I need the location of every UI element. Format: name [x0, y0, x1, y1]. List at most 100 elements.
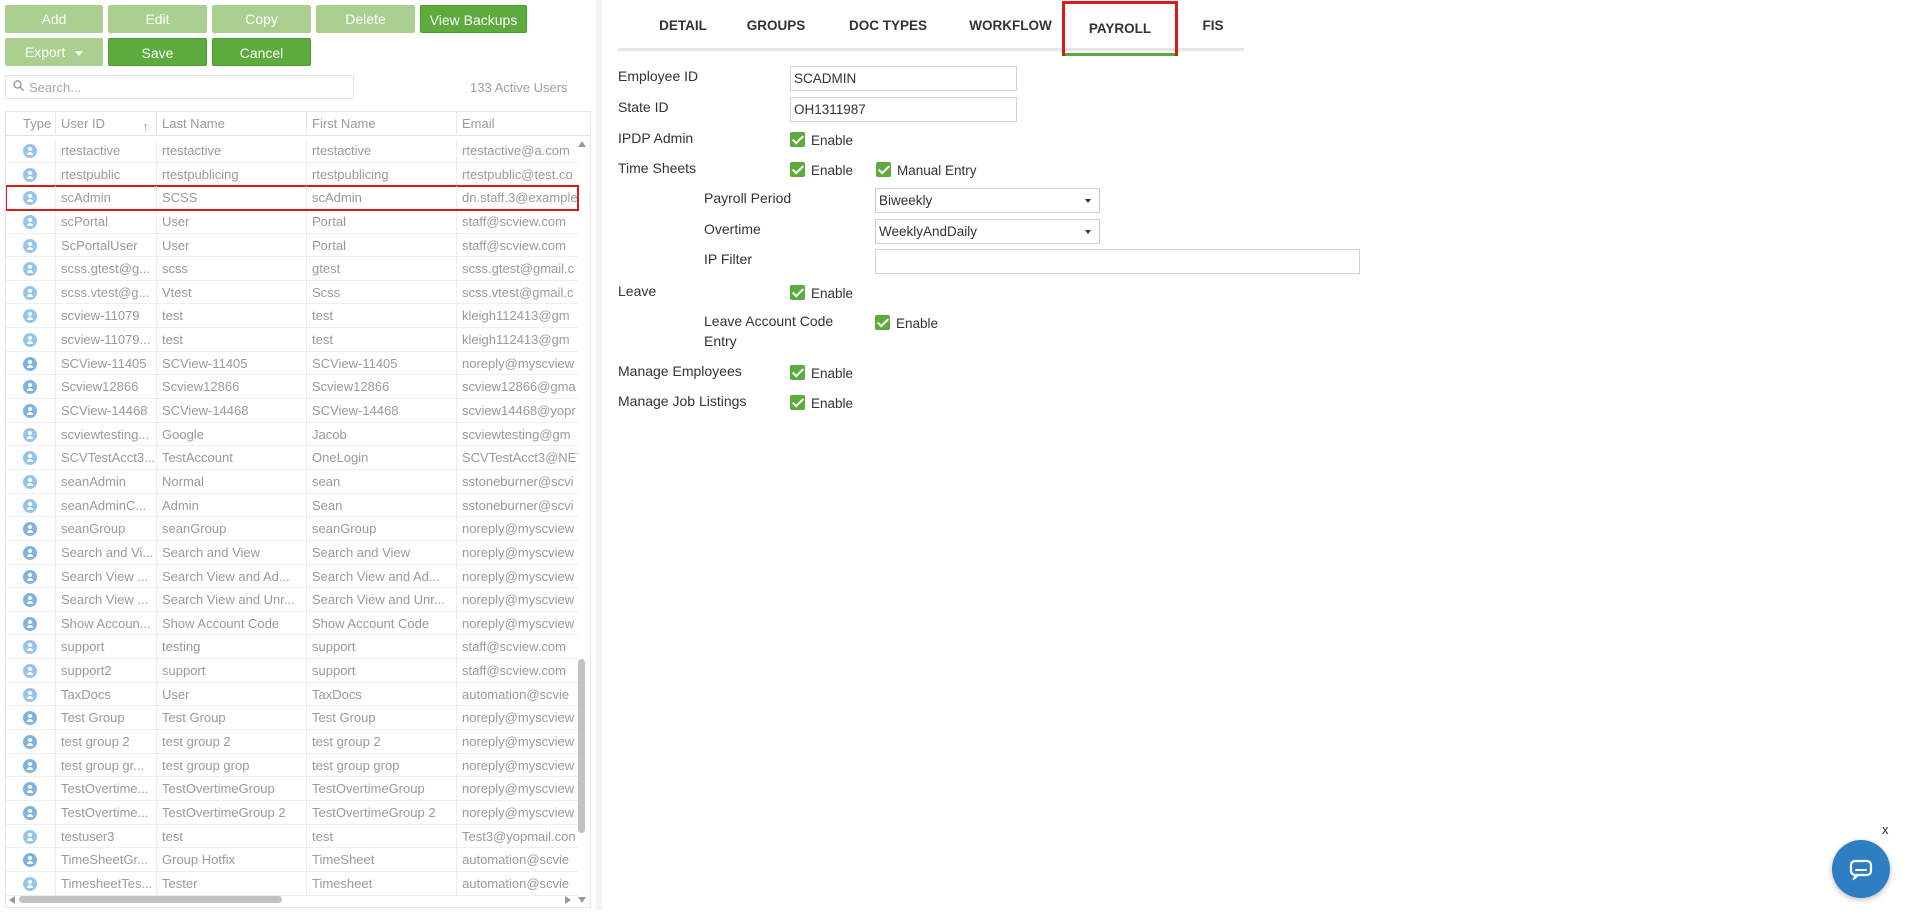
- table-row[interactable]: TaxDocs User TaxDocs automation@scvie: [6, 682, 578, 707]
- search-input[interactable]: [29, 78, 349, 96]
- table-row[interactable]: scAdmin SCSS scAdmin dn.staff.3@example: [6, 185, 579, 211]
- vertical-scroll-thumb[interactable]: [578, 659, 585, 833]
- table-row[interactable]: testuser3 test test Test3@yopmail.con: [6, 824, 578, 849]
- copy-button[interactable]: Copy: [212, 5, 311, 33]
- employee-id-field[interactable]: [790, 66, 1017, 91]
- first-name-cell: scAdmin: [306, 186, 456, 210]
- table-row[interactable]: scview-11079 test test kleigh112413@gm: [6, 304, 578, 329]
- table-row[interactable]: Search View ... Search View and Unr... Sea…: [6, 588, 578, 612]
- table-row[interactable]: test group gr... test group grop test grou…: [6, 753, 578, 778]
- column-header-type[interactable]: Type: [6, 112, 55, 136]
- manual-entry-checkbox[interactable]: [876, 162, 891, 177]
- tab-doc-types[interactable]: DOC TYPES: [833, 0, 943, 51]
- manage-job-listings-checkbox[interactable]: [790, 395, 805, 410]
- state-id-field[interactable]: [790, 97, 1017, 122]
- chat-close-button[interactable]: x: [1882, 822, 1889, 837]
- overtime-select[interactable]: WeeklyAndDaily: [875, 219, 1100, 244]
- table-row[interactable]: support2 support support staff@scview.com: [6, 659, 578, 683]
- horizontal-scrollbar[interactable]: [5, 893, 575, 907]
- scroll-left-icon[interactable]: [9, 896, 15, 904]
- first-name-cell: Timesheet: [306, 871, 456, 895]
- add-button[interactable]: Add: [5, 5, 103, 33]
- last-name-cell: TestOvertimeGroup 2: [156, 800, 306, 824]
- table-row[interactable]: ScPortalUser User Portal staff@scview.com: [6, 233, 578, 258]
- manage-job-listings-enable-label: Enable: [811, 396, 854, 411]
- table-row[interactable]: scss.gtest@g... scss gtest scss.gtest@gmail…: [6, 257, 578, 281]
- search-icon: [13, 80, 24, 91]
- last-name-cell: SCView-14468: [156, 399, 306, 423]
- scroll-up-icon[interactable]: [578, 141, 586, 147]
- table-row[interactable]: SCView-14468 SCView-14468 SCView-14468 scvi…: [6, 399, 578, 423]
- leave-checkbox[interactable]: [790, 285, 805, 300]
- horizontal-scroll-thumb[interactable]: [19, 896, 282, 903]
- email-cell: staff@scview.com: [456, 233, 578, 257]
- vertical-scrollbar[interactable]: [576, 137, 588, 907]
- user-id-cell: test group gr...: [55, 753, 156, 777]
- table-row[interactable]: scPortal User Portal staff@scview.com: [6, 209, 578, 234]
- ipdp-admin-enable-label: Enable: [811, 133, 854, 148]
- ip-filter-label: IP Filter: [704, 251, 752, 267]
- email-cell: sstoneburner@scvi: [456, 493, 578, 517]
- first-name-cell: TestOvertimeGroup 2: [306, 800, 456, 824]
- table-row[interactable]: TestOvertime... TestOvertimeGroup TestOver…: [6, 777, 578, 801]
- table-row[interactable]: Show Accoun... Show Account Code Show Acco…: [6, 611, 578, 636]
- table-row[interactable]: Test Group Test Group Test Group noreply@my…: [6, 706, 578, 731]
- type-cell: [6, 683, 55, 706]
- column-header-first-name[interactable]: First Name: [306, 112, 456, 136]
- type-cell: [6, 848, 55, 871]
- table-row[interactable]: seanGroup seanGroup seanGroup noreply@myscv…: [6, 517, 578, 541]
- cancel-button[interactable]: Cancel: [212, 38, 311, 66]
- scroll-right-icon[interactable]: [565, 896, 571, 904]
- table-row[interactable]: TimeSheetGr... Group Hotfix TimeSheet autom…: [6, 848, 578, 872]
- first-name-cell: Search and View: [306, 540, 456, 564]
- table-row[interactable]: Search View ... Search View and Ad... Sear…: [6, 564, 578, 589]
- table-row[interactable]: rtestpublic rtestpublicing rtestpublicing r…: [6, 162, 578, 187]
- ip-filter-field[interactable]: [875, 249, 1360, 274]
- table-row[interactable]: TestOvertime... TestOvertimeGroup 2 TestOv…: [6, 800, 578, 825]
- save-button[interactable]: Save: [108, 38, 207, 66]
- edit-button[interactable]: Edit: [108, 5, 207, 33]
- first-name-cell: Portal: [306, 209, 456, 233]
- table-row[interactable]: Search and Vi... Search and View Search an…: [6, 540, 578, 565]
- table-row[interactable]: SCVTestAcct3... TestAccount OneLogin SCVTes…: [6, 446, 578, 470]
- group-icon: [23, 805, 37, 820]
- email-cell: scss.gtest@gmail.c: [456, 257, 578, 281]
- table-row[interactable]: seanAdminC... Admin Sean sstoneburner@scvi: [6, 493, 578, 518]
- table-row[interactable]: test group 2 test group 2 test group 2 nore…: [6, 730, 578, 754]
- scroll-down-icon[interactable]: [578, 897, 586, 903]
- table-row[interactable]: support testing support staff@scview.com: [6, 635, 578, 660]
- table-row[interactable]: scviewtesting... Google Jacob scviewtesting…: [6, 422, 578, 447]
- table-row[interactable]: Scview12866 Scview12866 Scview12866 scview1…: [6, 375, 578, 400]
- table-row[interactable]: SCView-11405 SCView-11405 SCView-11405 nore…: [6, 351, 578, 376]
- ipdp-admin-checkbox[interactable]: [790, 132, 805, 147]
- column-header-last-name[interactable]: Last Name: [156, 112, 306, 136]
- tab-groups[interactable]: GROUPS: [731, 0, 821, 51]
- user-id-cell: scviewtesting...: [55, 422, 156, 446]
- payroll-period-select[interactable]: Biweekly: [875, 188, 1100, 213]
- type-cell: [6, 281, 55, 304]
- column-header-email[interactable]: Email: [456, 112, 590, 136]
- table-row[interactable]: TimesheetTes... Tester Timesheet automation…: [6, 871, 578, 896]
- delete-button[interactable]: Delete: [316, 5, 415, 33]
- tab-fis[interactable]: FIS: [1192, 0, 1234, 51]
- table-row[interactable]: rtestactive rtestactive rtestactive rtestac…: [6, 139, 578, 163]
- search-box[interactable]: [5, 75, 354, 99]
- view-backups-button[interactable]: View Backups: [420, 5, 527, 33]
- leave-account-code-checkbox[interactable]: [875, 315, 890, 330]
- time-sheets-checkbox[interactable]: [790, 162, 805, 177]
- table-row[interactable]: scview-11079... test test kleigh112413@gm: [6, 328, 578, 352]
- tab-payroll[interactable]: PAYROLL: [1062, 1, 1178, 56]
- type-cell: [6, 446, 55, 469]
- chat-launcher-button[interactable]: [1832, 840, 1890, 898]
- export-dropdown-button[interactable]: Export: [5, 38, 103, 66]
- table-row[interactable]: scss.vtest@g... Vtest Scss scss.vtest@gmail…: [6, 280, 578, 305]
- email-cell: scss.vtest@gmail.c: [456, 280, 578, 304]
- first-name-cell: support: [306, 659, 456, 683]
- manage-employees-checkbox[interactable]: [790, 365, 805, 380]
- tab-workflow[interactable]: WORKFLOW: [953, 0, 1068, 51]
- tab-detail[interactable]: DETAIL: [640, 0, 726, 51]
- table-row[interactable]: seanAdmin Normal sean sstoneburner@scvi: [6, 469, 578, 494]
- panel-splitter[interactable]: [596, 0, 602, 910]
- column-header-user-id[interactable]: User ID ↑: [55, 112, 156, 136]
- user-id-cell: Search View ...: [55, 564, 156, 588]
